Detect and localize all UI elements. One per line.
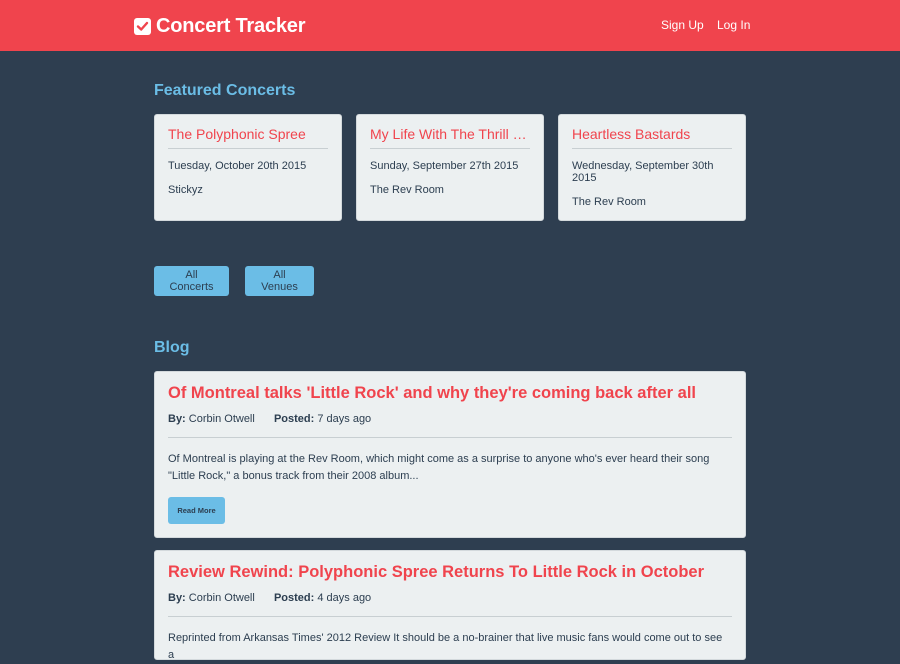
post-meta: By: Corbin Otwell Posted: 7 days ago xyxy=(168,413,732,438)
post-excerpt: Of Montreal is playing at the Rev Room, … xyxy=(168,453,710,482)
posted-label: Posted: xyxy=(273,413,315,425)
post-title-link[interactable]: Review Rewind: Polyphonic Spree Returns … xyxy=(168,563,732,582)
concert-name-link[interactable]: The Polyphonic Spree xyxy=(168,126,328,149)
concert-card: My Life With The Thrill K... Sunday, Sep… xyxy=(356,114,544,221)
post-title-link[interactable]: Of Montreal talks 'Little Rock' and why … xyxy=(168,384,732,403)
concert-venue: The Rev Room xyxy=(370,184,444,196)
concert-card: Heartless Bastards Wednesday, September … xyxy=(558,114,746,221)
all-concerts-button[interactable]: All Concerts xyxy=(154,266,229,296)
post-date: 7 days ago xyxy=(317,413,372,425)
concert-date: Tuesday, October 20th 2015 xyxy=(168,160,307,172)
featured-concerts-heading: Featured Concerts xyxy=(154,82,296,99)
post-date: 4 days ago xyxy=(317,592,372,604)
top-navbar: Concert Tracker Sign Up Log In xyxy=(0,0,900,51)
blog-post: Review Rewind: Polyphonic Spree Returns … xyxy=(154,550,746,661)
read-more-button[interactable]: Read More xyxy=(168,497,225,524)
blog-heading: Blog xyxy=(154,339,190,356)
brand-name: Concert Tracker xyxy=(156,14,306,37)
post-author: Corbin Otwell xyxy=(188,413,255,425)
author-label: By: xyxy=(168,413,186,425)
brand-logo[interactable]: Concert Tracker xyxy=(134,13,305,39)
post-author: Corbin Otwell xyxy=(188,592,255,604)
check-square-icon xyxy=(134,17,151,35)
author-label: By: xyxy=(168,592,186,604)
post-meta: By: Corbin Otwell Posted: 4 days ago xyxy=(168,592,732,617)
log-in-link[interactable]: Log In xyxy=(717,18,750,32)
concert-date: Wednesday, September 30th 2015 xyxy=(572,160,714,184)
concert-venue: The Rev Room xyxy=(572,196,646,208)
concert-name-link[interactable]: Heartless Bastards xyxy=(572,126,732,149)
post-excerpt: Reprinted from Arkansas Times' 2012 Revi… xyxy=(168,632,723,661)
blog-post: Of Montreal talks 'Little Rock' and why … xyxy=(154,371,746,538)
concert-card: The Polyphonic Spree Tuesday, October 20… xyxy=(154,114,342,221)
concert-venue: Stickyz xyxy=(168,184,203,196)
sign-up-link[interactable]: Sign Up xyxy=(661,18,704,32)
all-venues-button[interactable]: All Venues xyxy=(245,266,314,296)
concert-date: Sunday, September 27th 2015 xyxy=(370,160,519,172)
concert-name-link[interactable]: My Life With The Thrill K... xyxy=(370,126,530,149)
posted-label: Posted: xyxy=(273,592,315,604)
